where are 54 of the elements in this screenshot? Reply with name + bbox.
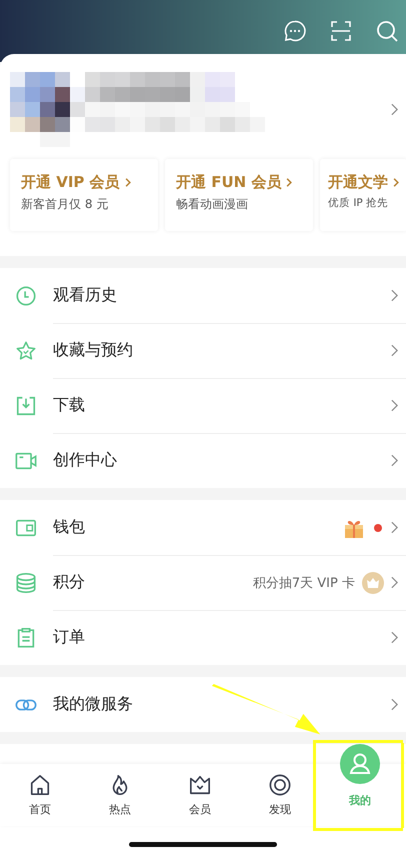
chevron-right-icon [391, 631, 398, 644]
membership-subtitle: 优质 IP 抢先 [328, 196, 390, 210]
search-icon[interactable] [375, 19, 399, 43]
chevron-right-icon [391, 698, 398, 711]
download-icon [15, 394, 37, 416]
membership-card[interactable]: 开通 FUN 会员 畅看动画漫画 [165, 159, 313, 231]
menu-item[interactable]: 订单 [0, 610, 406, 665]
menu-label: 钱包 [53, 517, 85, 538]
tab[interactable]: 首页 [0, 764, 80, 826]
menu-label: 创作中心 [53, 450, 117, 471]
tab[interactable]: 会员 [160, 764, 240, 826]
menu-item[interactable]: 我的微服务 [0, 677, 406, 732]
points-promo-text: 积分抽7天 VIP 卡 [252, 574, 355, 592]
membership-card[interactable]: 开通文学 优质 IP 抢先 [320, 159, 406, 231]
crown-badge-icon [361, 570, 385, 594]
chevron-right-icon [393, 177, 399, 188]
crown-icon [189, 774, 211, 796]
clipboard-icon [15, 626, 37, 648]
chat-icon[interactable] [283, 19, 307, 43]
menu-item[interactable]: 收藏与预约 [0, 323, 406, 378]
menu-label: 观看历史 [53, 285, 117, 306]
menu-label: 订单 [53, 627, 85, 648]
chevron-right-icon [391, 454, 398, 467]
chevron-right-icon [391, 344, 398, 357]
chevron-right-icon [391, 399, 398, 412]
tab[interactable]: 发现 [240, 764, 320, 826]
menu-item[interactable]: 观看历史 [0, 268, 406, 323]
chevron-right-icon[interactable] [391, 103, 398, 116]
menu-item[interactable]: 钱包 [0, 500, 406, 555]
menu-label: 我的微服务 [53, 694, 133, 715]
chevron-right-icon [391, 521, 398, 534]
menu-item[interactable]: 下载 [0, 378, 406, 433]
membership-subtitle: 畅看动画漫画 [176, 196, 249, 213]
membership-title: 开通 FUN 会员 [176, 173, 282, 192]
menu-item[interactable]: 创作中心 [0, 433, 406, 488]
coins-icon [15, 572, 37, 594]
menu-label: 下载 [53, 395, 85, 416]
membership-title: 开通 VIP 会员 [21, 173, 120, 192]
membership-title: 开通文学 [328, 173, 388, 192]
tab[interactable]: 热点 [80, 764, 160, 826]
clock-icon [15, 284, 37, 306]
menu-item[interactable]: 积分 积分抽7天 VIP 卡 [0, 555, 406, 610]
home-icon [29, 774, 51, 796]
membership-subtitle: 新客首月仅 8 元 [21, 196, 110, 213]
menu-label: 收藏与预约 [53, 340, 133, 361]
star-icon [15, 340, 37, 362]
membership-card[interactable]: 开通 VIP 会员 新客首月仅 8 元 [10, 159, 158, 231]
chevron-right-icon [124, 177, 131, 188]
menu-label: 积分 [53, 572, 85, 593]
chevron-right-icon [391, 576, 398, 589]
scan-icon[interactable] [329, 19, 353, 43]
chevron-right-icon [286, 177, 292, 188]
ring-icon [269, 774, 291, 796]
chevron-right-icon [391, 289, 398, 302]
